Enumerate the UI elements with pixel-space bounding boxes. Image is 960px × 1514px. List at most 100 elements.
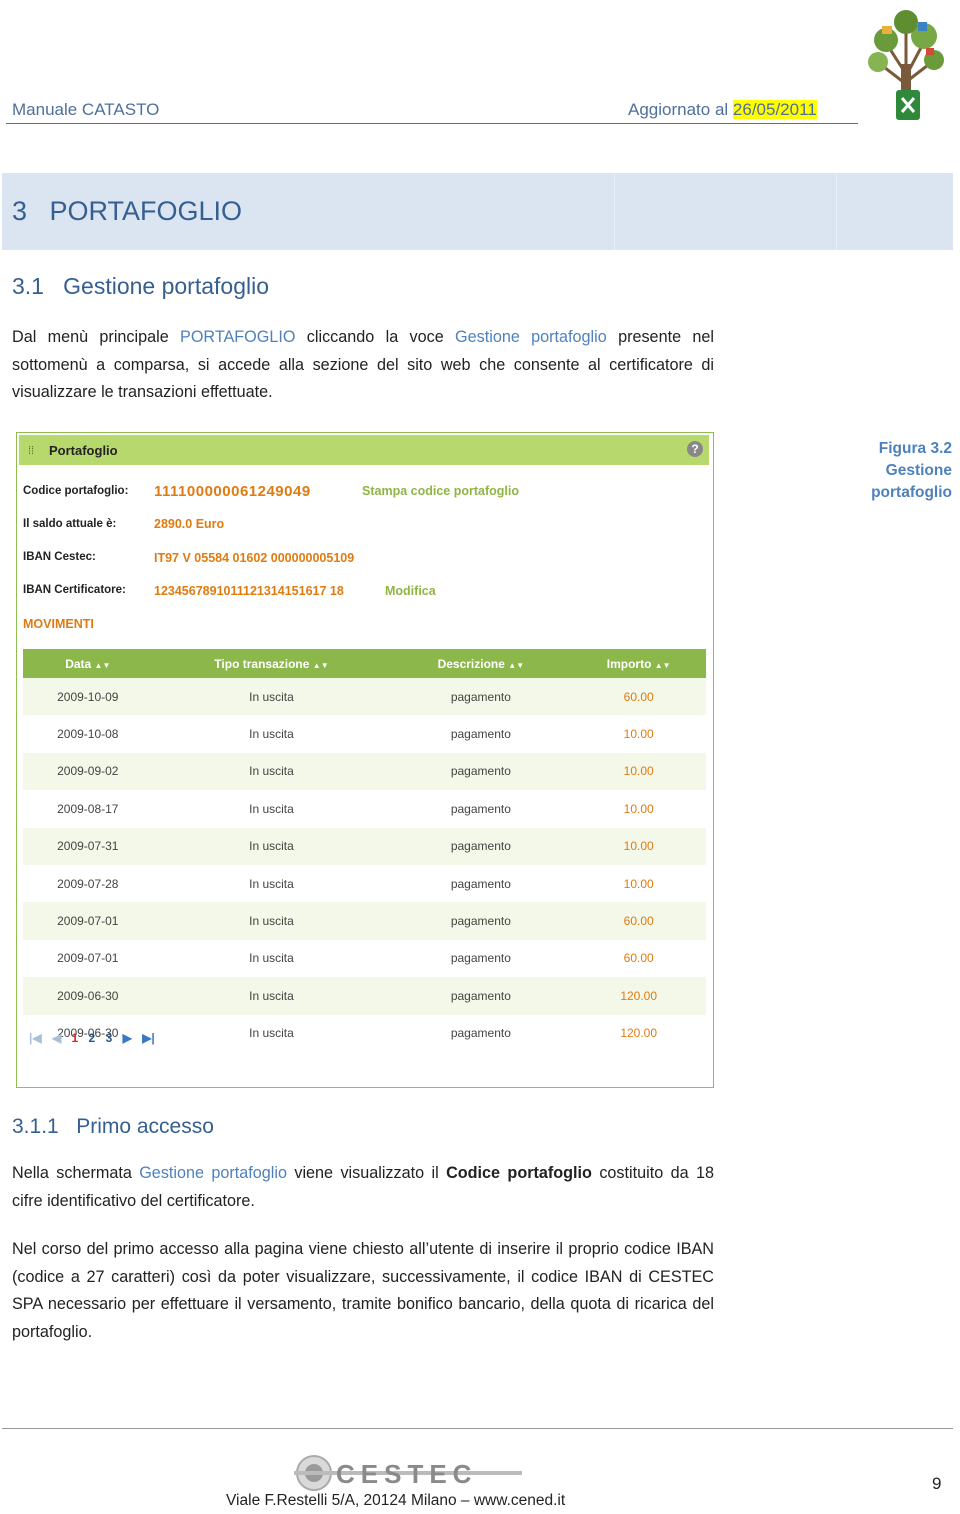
sort-icon: ▲▼ xyxy=(312,660,329,670)
col-importo[interactable]: Importo ▲▼ xyxy=(571,649,706,678)
cell-data: 2009-10-09 xyxy=(23,678,153,716)
band-divider xyxy=(614,173,615,250)
page-1[interactable]: 1 xyxy=(72,1031,79,1045)
cell-data: 2009-07-01 xyxy=(23,902,153,940)
svg-text:CESTEC: CESTEC xyxy=(336,1459,477,1489)
cell-tipo: In uscita xyxy=(152,1014,391,1052)
cell-tipo: In uscita xyxy=(152,864,391,903)
cell-importo: 60.00 xyxy=(571,939,706,978)
iban-cestec-label: IBAN Cestec: xyxy=(23,551,96,563)
intro-paragraph: Dal menù principale PORTAFOGLIO cliccand… xyxy=(12,324,714,407)
header-rule xyxy=(6,123,858,124)
cell-importo: 60.00 xyxy=(571,678,706,716)
help-icon[interactable]: ? xyxy=(687,441,703,457)
cell-descrizione: pagamento xyxy=(390,678,572,716)
cell-tipo: In uscita xyxy=(152,827,391,865)
first-page-icon[interactable]: |◀ xyxy=(29,1031,42,1045)
cell-tipo: In uscita xyxy=(152,939,391,978)
cell-data: 2009-06-30 xyxy=(23,977,153,1015)
next-page-icon[interactable]: ▶ xyxy=(123,1031,132,1045)
grip-icon: ⁞⁞ xyxy=(28,445,35,457)
cell-descrizione: pagamento xyxy=(390,752,572,791)
col-label: Data xyxy=(65,656,92,671)
col-tipo[interactable]: Tipo transazione ▲▼ xyxy=(152,649,391,678)
saldo-value: 2890.0 Euro xyxy=(154,517,225,531)
body-bold: Codice portafoglio xyxy=(446,1164,592,1182)
body-text: Nella schermata xyxy=(12,1164,140,1182)
table-row[interactable]: 2009-07-28 In uscita pagamento 10.00 xyxy=(23,864,706,903)
movements-table: Data ▲▼ Tipo transazione ▲▼ Descrizione … xyxy=(23,649,706,1052)
page-3[interactable]: 3 xyxy=(106,1031,113,1045)
cell-data: 2009-07-01 xyxy=(23,939,153,978)
intro-text: cliccando la voce xyxy=(295,328,456,346)
modifica-link[interactable]: Modifica xyxy=(385,584,436,598)
figure-label: Gestione portafoglio xyxy=(871,462,952,501)
cell-tipo: In uscita xyxy=(152,752,391,791)
table-body: 2009-10-09 In uscita pagamento 60.00 2009-10… xyxy=(23,678,706,1052)
cell-descrizione: pagamento xyxy=(390,790,572,828)
cell-tipo: In uscita xyxy=(152,977,391,1015)
movimenti-heading: MOVIMENTI xyxy=(23,617,94,631)
body-text: viene visualizzato il xyxy=(286,1164,447,1182)
cell-data: 2009-07-31 xyxy=(23,827,153,865)
cell-data: 2009-07-28 xyxy=(23,864,153,903)
header-doc-title: Manuale CATASTO xyxy=(12,100,160,119)
header-updated-date: 26/05/2011 xyxy=(732,100,817,119)
col-label: Descrizione xyxy=(437,656,505,671)
table-row[interactable]: 2009-10-08 In uscita pagamento 10.00 xyxy=(23,715,706,753)
table-row[interactable]: 2009-09-02 In uscita pagamento 10.00 xyxy=(23,752,706,791)
band-divider xyxy=(836,173,837,250)
footer-address: Viale F.Restelli 5/A, 20124 Milano – www… xyxy=(226,1492,566,1509)
cell-tipo: In uscita xyxy=(152,790,391,828)
cestec-logo-icon: CESTEC xyxy=(294,1455,522,1491)
page-number: 9 xyxy=(932,1474,942,1493)
panel-title: Portafoglio xyxy=(49,443,118,458)
col-descrizione[interactable]: Descrizione ▲▼ xyxy=(390,649,572,678)
cell-descrizione: pagamento xyxy=(390,939,572,978)
intro-text: Dal menù principale xyxy=(12,328,181,346)
header-updated: Aggiornato al 26/05/2011 xyxy=(628,100,817,120)
stampa-link[interactable]: Stampa codice portafoglio xyxy=(362,484,519,498)
saldo-label: Il saldo attuale è: xyxy=(23,518,117,530)
cell-descrizione: pagamento xyxy=(390,715,572,753)
cell-importo: 60.00 xyxy=(571,902,706,940)
intro-highlight-item: Gestione portafoglio xyxy=(455,328,607,346)
cell-importo: 10.00 xyxy=(571,752,706,791)
col-data[interactable]: Data ▲▼ xyxy=(23,649,153,678)
cell-data: 2009-09-02 xyxy=(23,752,153,791)
body-paragraph-2: Nel corso del primo accesso alla pagina … xyxy=(12,1240,714,1341)
iban-cert-value: 1234567891011121314151617 18 xyxy=(154,584,344,598)
sort-icon: ▲▼ xyxy=(654,660,671,670)
sort-icon: ▲▼ xyxy=(94,660,111,670)
cell-importo: 10.00 xyxy=(571,715,706,753)
cell-importo: 10.00 xyxy=(571,790,706,828)
col-label: Importo xyxy=(606,656,652,671)
cell-descrizione: pagamento xyxy=(390,827,572,865)
pager: |◀ ◀ 1 2 3 ▶ ▶| xyxy=(29,1031,162,1045)
cell-tipo: In uscita xyxy=(152,902,391,940)
cell-importo: 120.00 xyxy=(571,1014,706,1052)
cell-importo: 10.00 xyxy=(571,864,706,903)
prev-page-icon[interactable]: ◀ xyxy=(52,1031,61,1045)
page-2[interactable]: 2 xyxy=(89,1031,96,1045)
cell-importo: 10.00 xyxy=(571,827,706,865)
figure-caption: Figura 3.2 Gestione portafoglio xyxy=(862,438,952,504)
table-row[interactable]: 2009-07-31 In uscita pagamento 10.00 xyxy=(23,827,706,865)
cell-descrizione: pagamento xyxy=(390,1014,572,1052)
codice-label: Codice portafoglio: xyxy=(23,485,129,497)
body-highlight: Gestione portafoglio xyxy=(139,1164,287,1182)
iban-cert-label: IBAN Certificatore: xyxy=(23,584,126,596)
body-paragraph-1: Nella schermata Gestione portafoglio vie… xyxy=(12,1160,714,1215)
last-page-icon[interactable]: ▶| xyxy=(142,1031,155,1045)
cell-descrizione: pagamento xyxy=(390,902,572,940)
figure-number: Figura 3.2 xyxy=(878,440,952,457)
table-row[interactable]: 2009-06-30 In uscita pagamento 120.00 xyxy=(23,977,706,1015)
table-row[interactable]: 2009-07-01 In uscita pagamento 60.00 xyxy=(23,939,706,978)
sort-icon: ▲▼ xyxy=(508,660,525,670)
cell-data: 2009-08-17 xyxy=(23,790,153,828)
table-row[interactable]: 2009-10-09 In uscita pagamento 60.00 xyxy=(23,678,706,716)
table-row[interactable]: 2009-07-01 In uscita pagamento 60.00 xyxy=(23,902,706,940)
chapter-title: 3 PORTAFOGLIO xyxy=(12,196,243,226)
table-row[interactable]: 2009-08-17 In uscita pagamento 10.00 xyxy=(23,790,706,828)
intro-highlight-menu: PORTAFOGLIO xyxy=(180,328,296,346)
